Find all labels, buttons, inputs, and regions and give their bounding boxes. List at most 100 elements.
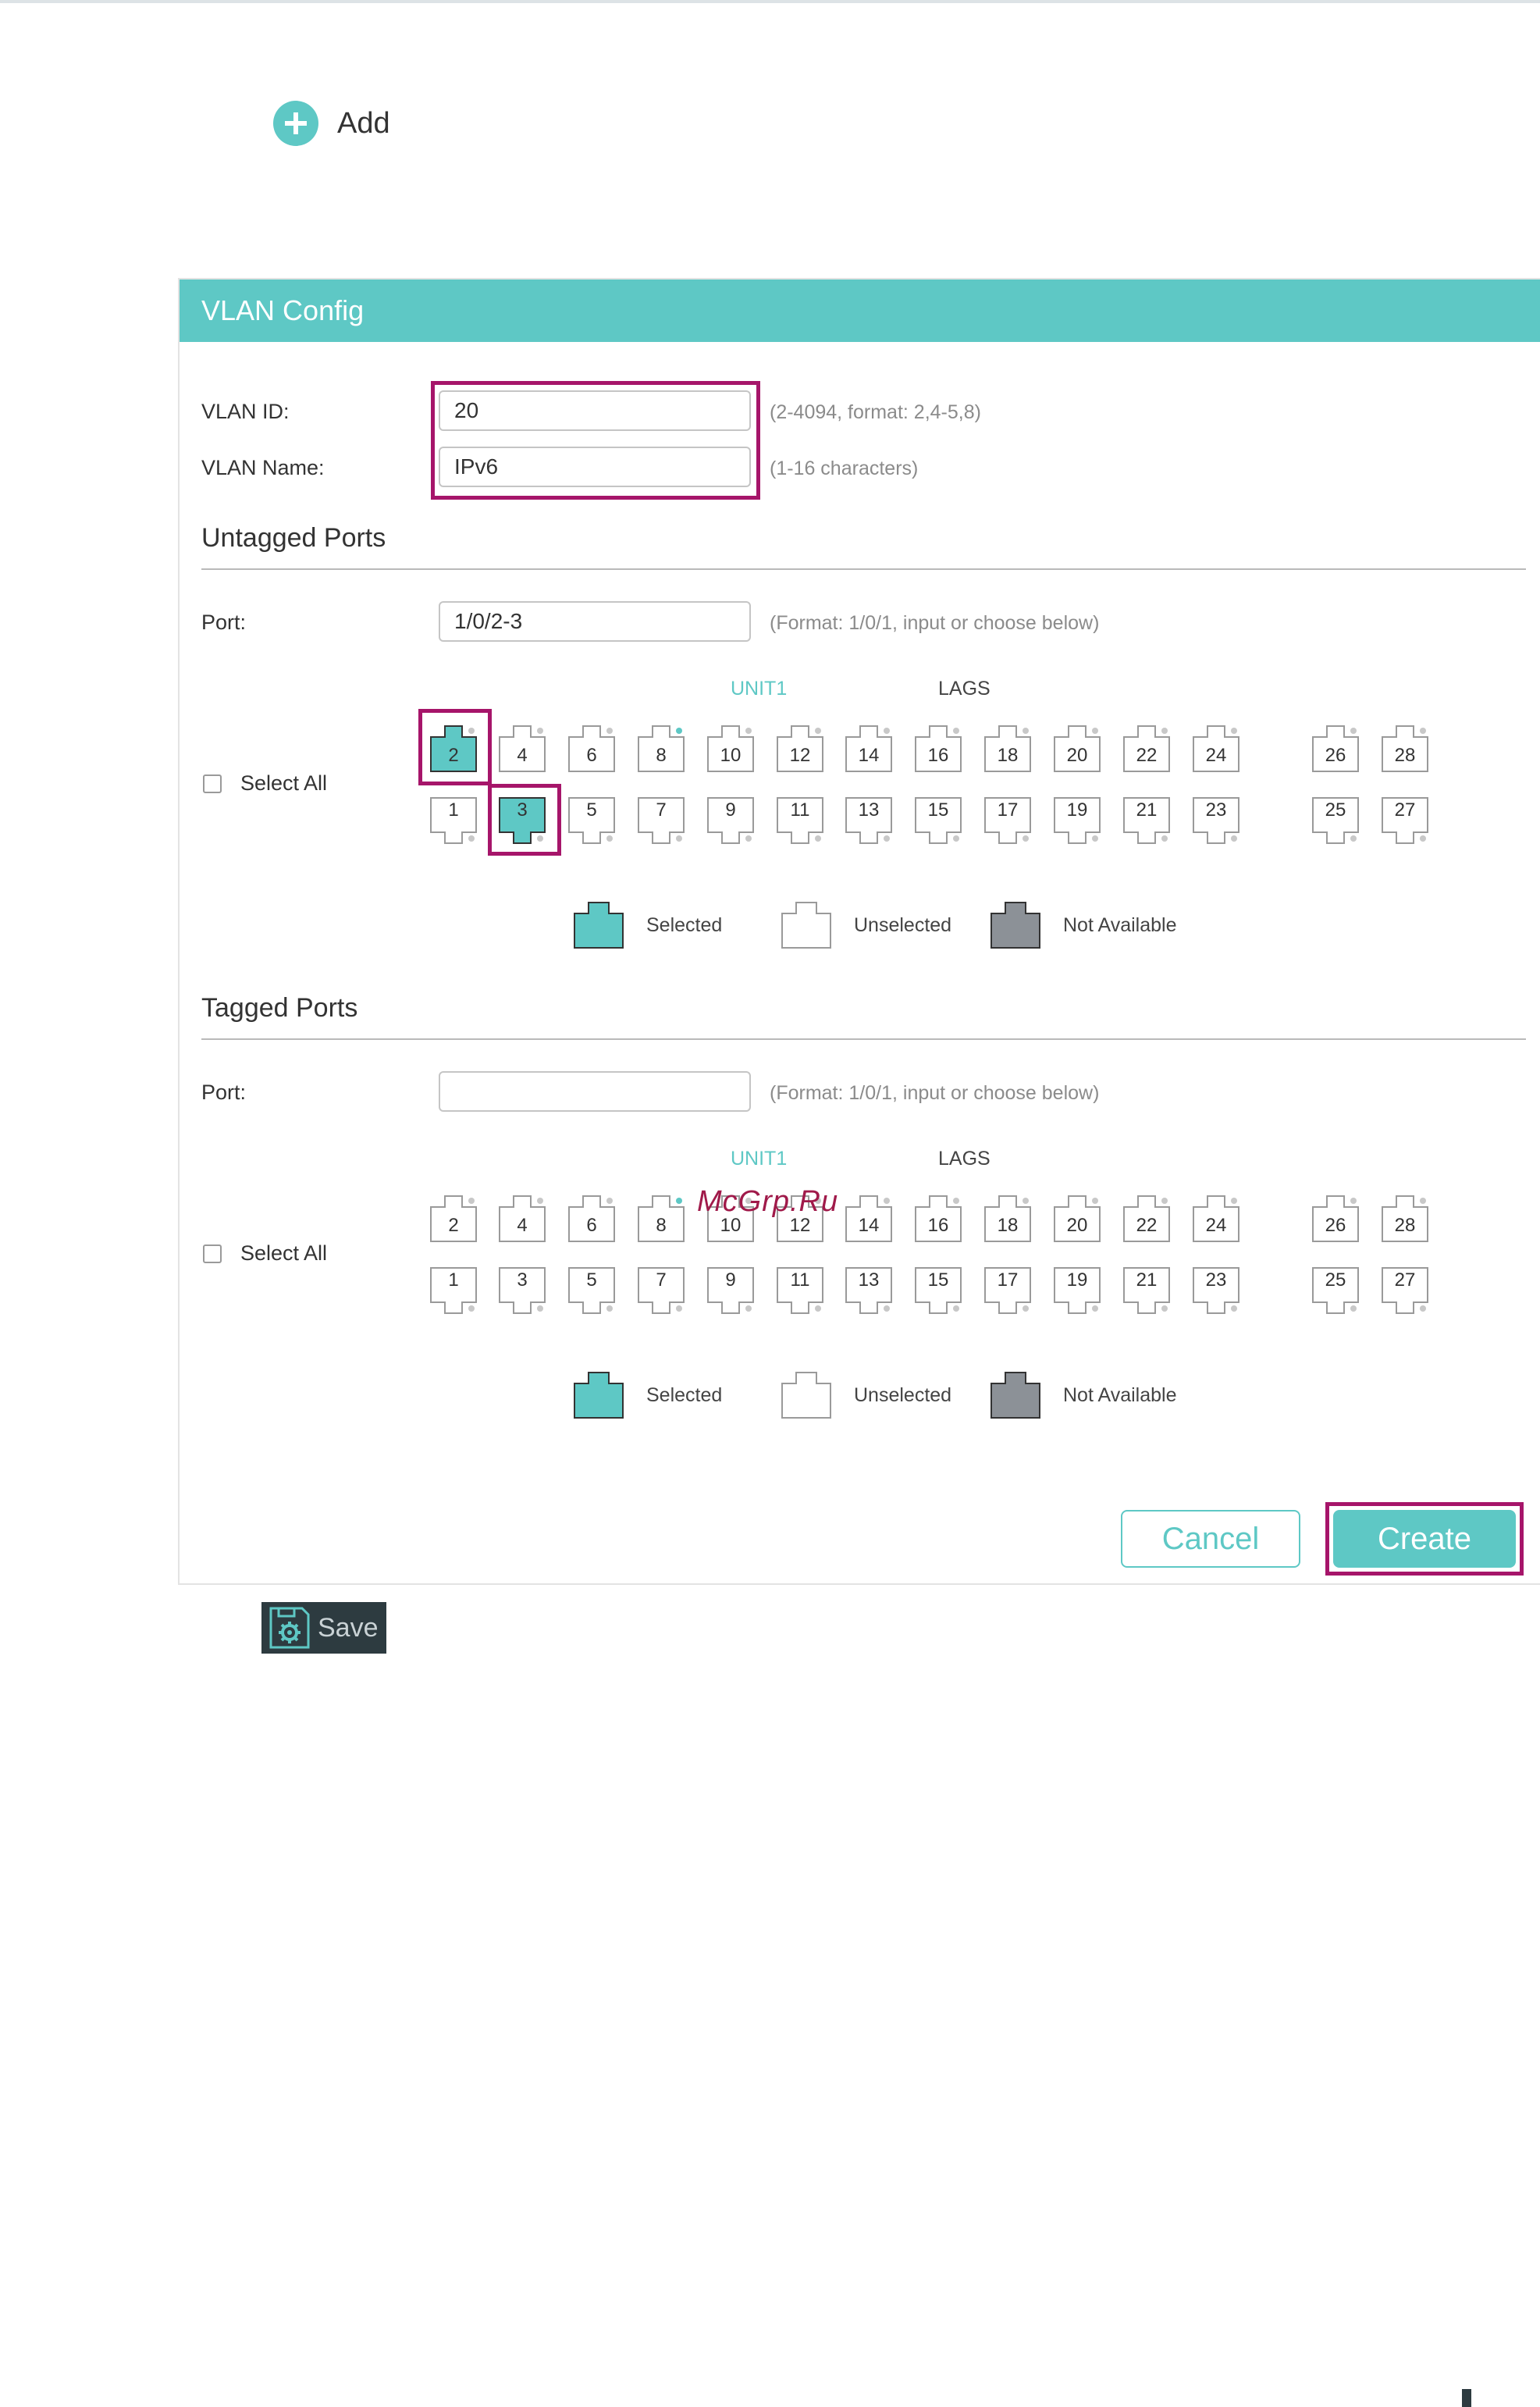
- untagged-port-6[interactable]: 6: [567, 725, 616, 773]
- untagged-port-24[interactable]: 24: [1192, 725, 1240, 773]
- port-number: 16: [927, 745, 949, 766]
- untagged-select-all[interactable]: Select All: [203, 771, 327, 796]
- port-number: 5: [586, 799, 597, 821]
- port-number: 2: [448, 1215, 459, 1236]
- plus-circle-icon: [273, 101, 318, 146]
- untagged-port-28[interactable]: 28: [1381, 725, 1429, 773]
- legend-unselected-label: Unselected: [854, 913, 952, 936]
- tagged-port-11[interactable]: 11: [776, 1266, 824, 1315]
- untagged-port-13[interactable]: 13: [845, 796, 893, 845]
- port-number: 28: [1394, 745, 1416, 766]
- untagged-port-11[interactable]: 11: [776, 796, 824, 845]
- port-number: 11: [790, 1269, 810, 1291]
- untagged-legend-unselected: Unselected: [781, 901, 951, 949]
- tagged-port-19[interactable]: 19: [1053, 1266, 1101, 1315]
- port-number: 21: [1136, 1269, 1158, 1291]
- tagged-port-14[interactable]: 14: [845, 1195, 893, 1243]
- port-number: 16: [927, 1215, 949, 1236]
- tagged-port-7[interactable]: 7: [637, 1266, 685, 1315]
- untagged-port-15[interactable]: 15: [914, 796, 962, 845]
- port-number: 19: [1066, 799, 1088, 821]
- port-number: 4: [517, 745, 528, 766]
- tagged-port-1[interactable]: 1: [429, 1266, 478, 1315]
- untagged-port-18[interactable]: 18: [983, 725, 1032, 773]
- tagged-port-20[interactable]: 20: [1053, 1195, 1101, 1243]
- tagged-port-input[interactable]: [439, 1071, 751, 1112]
- tagged-port-9[interactable]: 9: [706, 1266, 755, 1315]
- legend-unselected-label: Unselected: [854, 1383, 952, 1406]
- untagged-port-4[interactable]: 4: [498, 725, 546, 773]
- cancel-button[interactable]: Cancel: [1121, 1510, 1300, 1568]
- untagged-port-26[interactable]: 26: [1311, 725, 1360, 773]
- tagged-port-3[interactable]: 3: [498, 1266, 546, 1315]
- tagged-port-6[interactable]: 6: [567, 1195, 616, 1243]
- tagged-select-all[interactable]: Select All: [203, 1241, 327, 1266]
- vlan-config-panel: VLAN Config VLAN ID: 20 (2-4094, format:…: [178, 278, 1540, 1585]
- page-corner-mark: [1462, 2389, 1471, 2407]
- untagged-port-27[interactable]: 27: [1381, 796, 1429, 845]
- port-number: 20: [1066, 745, 1088, 766]
- top-divider: [0, 0, 1540, 3]
- untagged-divider: [201, 568, 1526, 570]
- untagged-port-10[interactable]: 10: [706, 725, 755, 773]
- port-number: 7: [656, 1269, 667, 1291]
- untagged-port-23[interactable]: 23: [1192, 796, 1240, 845]
- port-number: 26: [1325, 745, 1346, 766]
- port-number: 13: [858, 1269, 880, 1291]
- vlan-id-label: VLAN ID:: [201, 400, 290, 423]
- tagged-port-28[interactable]: 28: [1381, 1195, 1429, 1243]
- untagged-port-14[interactable]: 14: [845, 725, 893, 773]
- port-number: 25: [1325, 1269, 1346, 1291]
- untagged-select-all-checkbox[interactable]: [203, 774, 222, 793]
- port-number: 6: [586, 1215, 597, 1236]
- untagged-port-20[interactable]: 20: [1053, 725, 1101, 773]
- untagged-port-16[interactable]: 16: [914, 725, 962, 773]
- tagged-select-all-label: Select All: [240, 1241, 328, 1265]
- untagged-lags-label: LAGS: [938, 678, 991, 700]
- save-gear-icon: [269, 1607, 310, 1649]
- add-button[interactable]: Add: [273, 100, 390, 147]
- tagged-ports-title: Tagged Ports: [201, 993, 358, 1023]
- tagged-select-all-checkbox[interactable]: [203, 1244, 222, 1263]
- tagged-port-25[interactable]: 25: [1311, 1266, 1360, 1315]
- tagged-port-24[interactable]: 24: [1192, 1195, 1240, 1243]
- untagged-port-5[interactable]: 5: [567, 796, 616, 845]
- untagged-port-label: Port:: [201, 611, 247, 634]
- tagged-port-15[interactable]: 15: [914, 1266, 962, 1315]
- untagged-port-7[interactable]: 7: [637, 796, 685, 845]
- untagged-port-input[interactable]: 1/0/2-3: [439, 601, 751, 642]
- untagged-port-1[interactable]: 1: [429, 796, 478, 845]
- untagged-port-12[interactable]: 12: [776, 725, 824, 773]
- tagged-port-23[interactable]: 23: [1192, 1266, 1240, 1315]
- untagged-port-19[interactable]: 19: [1053, 796, 1101, 845]
- tagged-port-17[interactable]: 17: [983, 1266, 1032, 1315]
- untagged-legend-not-available: Not Available: [990, 901, 1176, 949]
- port-number: 20: [1066, 1215, 1088, 1236]
- port-number: 1: [448, 1269, 459, 1291]
- tagged-divider: [201, 1038, 1526, 1040]
- untagged-port-9[interactable]: 9: [706, 796, 755, 845]
- save-button[interactable]: Save: [261, 1602, 386, 1654]
- tagged-port-18[interactable]: 18: [983, 1195, 1032, 1243]
- tagged-port-4[interactable]: 4: [498, 1195, 546, 1243]
- tagged-port-22[interactable]: 22: [1122, 1195, 1171, 1243]
- untagged-port-8[interactable]: 8: [637, 725, 685, 773]
- untagged-port-hint: (Format: 1/0/1, input or choose below): [770, 612, 1100, 634]
- unselected-port-icon: [781, 902, 831, 949]
- tagged-port-16[interactable]: 16: [914, 1195, 962, 1243]
- untagged-port-21[interactable]: 21: [1122, 796, 1171, 845]
- tagged-port-26[interactable]: 26: [1311, 1195, 1360, 1243]
- untagged-port-22[interactable]: 22: [1122, 725, 1171, 773]
- tagged-port-21[interactable]: 21: [1122, 1266, 1171, 1315]
- untagged-port-25[interactable]: 25: [1311, 796, 1360, 845]
- tagged-port-2[interactable]: 2: [429, 1195, 478, 1243]
- watermark: McGrp.Ru: [697, 1185, 839, 1218]
- untagged-port-17[interactable]: 17: [983, 796, 1032, 845]
- create-highlight: [1325, 1502, 1524, 1576]
- tagged-port-27[interactable]: 27: [1381, 1266, 1429, 1315]
- tagged-port-5[interactable]: 5: [567, 1266, 616, 1315]
- tagged-port-13[interactable]: 13: [845, 1266, 893, 1315]
- port-number: 7: [656, 799, 667, 821]
- tagged-port-8[interactable]: 8: [637, 1195, 685, 1243]
- port-2-highlight: [418, 709, 492, 785]
